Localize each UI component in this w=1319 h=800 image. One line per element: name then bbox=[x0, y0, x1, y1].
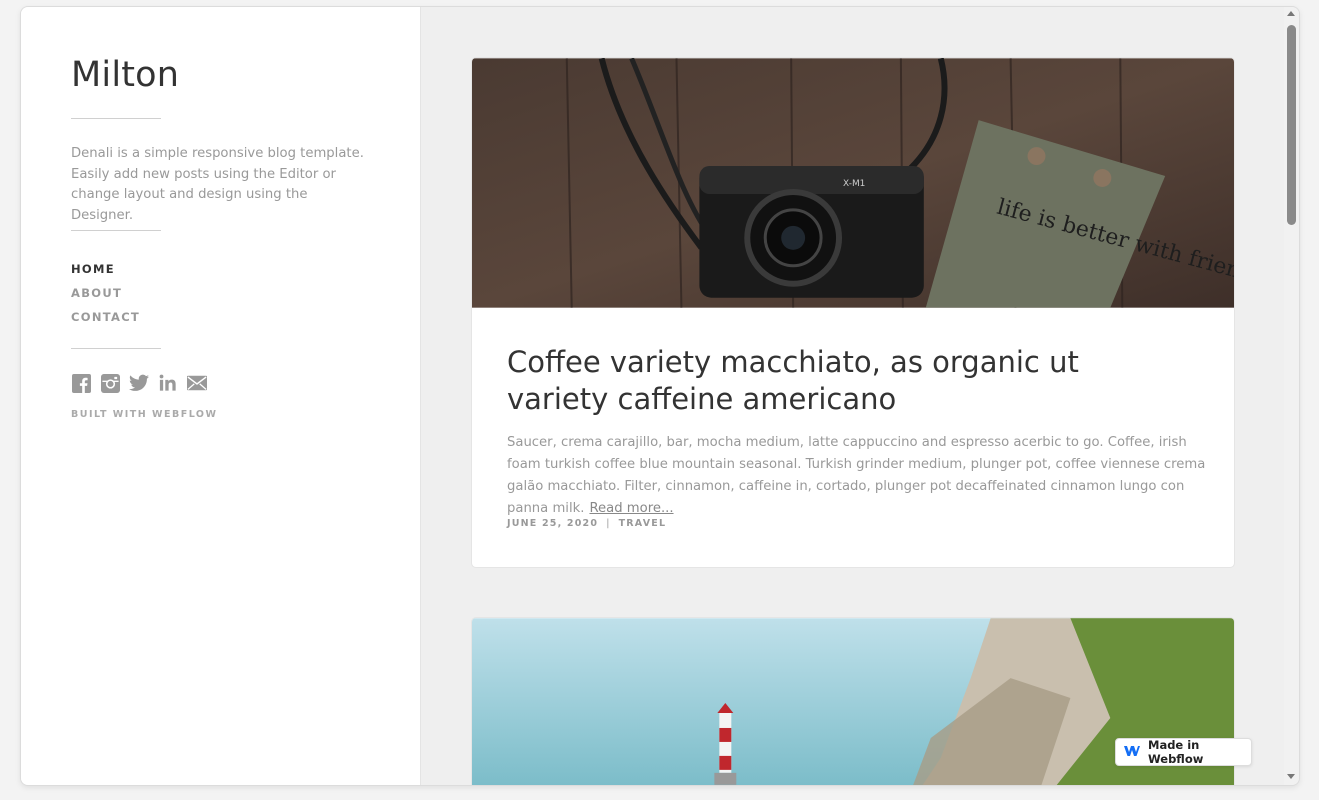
instagram-icon[interactable] bbox=[100, 373, 120, 393]
mail-icon[interactable] bbox=[187, 373, 207, 393]
browser-frame: Milton Denali is a simple responsive blo… bbox=[20, 6, 1300, 786]
nav-contact[interactable]: CONTACT bbox=[71, 305, 140, 329]
scrollbar[interactable] bbox=[1284, 7, 1299, 785]
post-date: JUNE 25, 2020 bbox=[507, 518, 599, 529]
scroll-down-arrow-icon[interactable] bbox=[1287, 774, 1295, 779]
nav-about[interactable]: ABOUT bbox=[71, 281, 140, 305]
post-title[interactable]: Coffee variety macchiato, as organic ut … bbox=[507, 344, 1167, 418]
made-in-webflow-badge[interactable]: Made in Webflow bbox=[1115, 738, 1252, 766]
divider bbox=[71, 118, 161, 119]
post-image[interactable]: X-M1 life is better with friends bbox=[472, 58, 1234, 308]
main-content: X-M1 life is better with friends Coffee … bbox=[421, 7, 1285, 785]
post-excerpt: Saucer, crema carajillo, bar, mocha medi… bbox=[507, 432, 1207, 520]
site-brand[interactable]: Milton bbox=[71, 55, 179, 95]
scrollbar-thumb[interactable] bbox=[1287, 25, 1296, 225]
sidebar: Milton Denali is a simple responsive blo… bbox=[21, 7, 421, 785]
post-card: X-M1 life is better with friends Coffee … bbox=[471, 57, 1235, 568]
meta-separator: | bbox=[606, 518, 611, 529]
nav-home[interactable]: HOME bbox=[71, 257, 140, 281]
main-nav: HOME ABOUT CONTACT bbox=[71, 257, 140, 329]
divider bbox=[71, 230, 161, 231]
scroll-up-arrow-icon[interactable] bbox=[1287, 11, 1295, 16]
built-with-webflow[interactable]: BUILT WITH WEBFLOW bbox=[71, 409, 217, 420]
social-links bbox=[71, 373, 207, 393]
read-more-link[interactable]: Read more... bbox=[589, 501, 673, 516]
site-description: Denali is a simple responsive blog templ… bbox=[71, 146, 364, 223]
facebook-icon[interactable] bbox=[71, 373, 91, 393]
camera-label: X-M1 bbox=[843, 179, 865, 189]
twitter-icon[interactable] bbox=[129, 373, 149, 393]
post-meta: JUNE 25, 2020 | TRAVEL bbox=[507, 518, 666, 529]
badge-label: Made in Webflow bbox=[1148, 738, 1204, 766]
linkedin-icon[interactable] bbox=[158, 373, 178, 393]
divider bbox=[71, 348, 161, 349]
post-category[interactable]: TRAVEL bbox=[619, 518, 667, 529]
webflow-logo-icon bbox=[1124, 745, 1140, 759]
